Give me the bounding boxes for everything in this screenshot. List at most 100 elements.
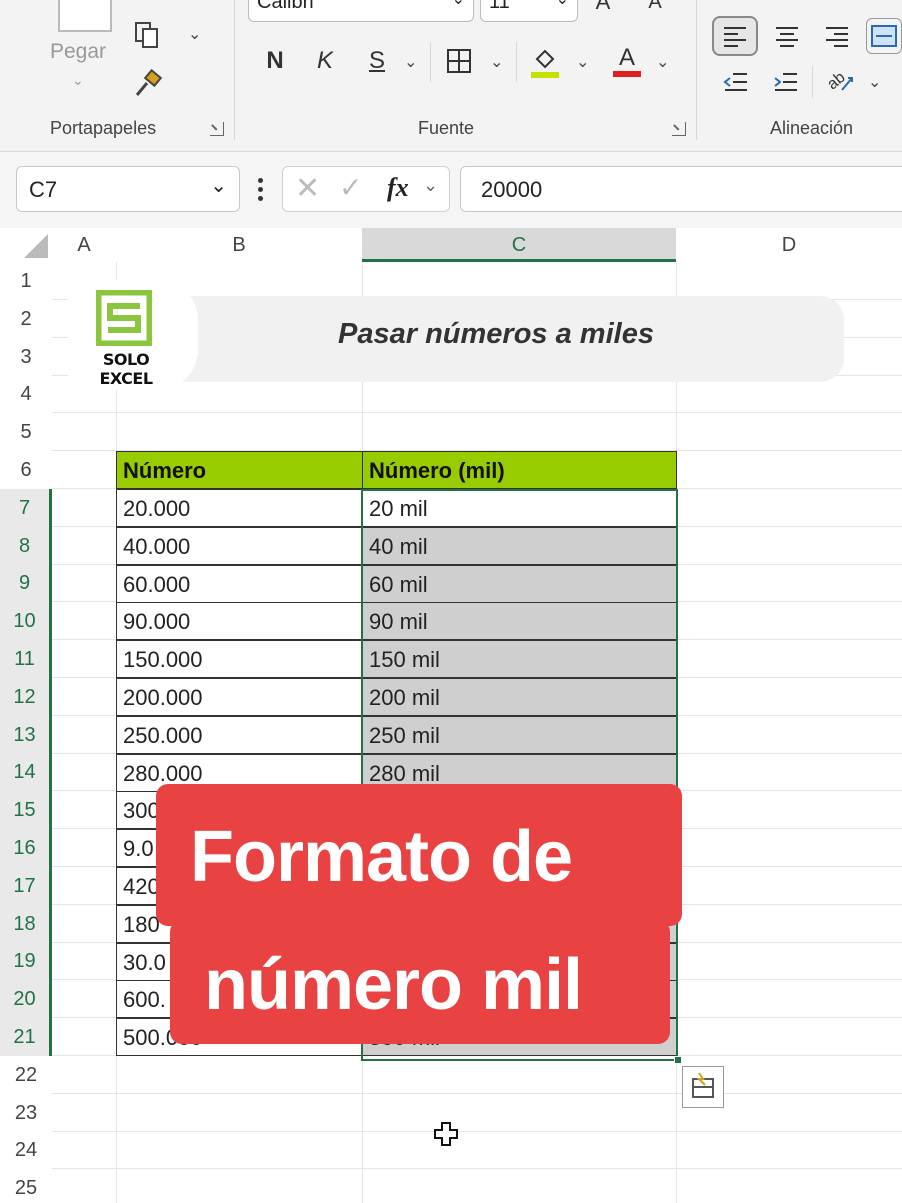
column-header-c[interactable]: C [362, 228, 676, 262]
column-header-d[interactable]: D [676, 228, 902, 262]
row-header[interactable]: 17 [0, 866, 52, 905]
orientation-icon[interactable]: ab [822, 64, 858, 98]
row-header[interactable]: 3 [0, 338, 52, 376]
format-painter-icon[interactable] [130, 66, 166, 102]
confirm-icon[interactable]: ✓ [339, 171, 362, 204]
row-header[interactable]: 13 [0, 715, 52, 754]
row-header[interactable]: 12 [0, 677, 52, 716]
row-header[interactable]: 21 [0, 1018, 52, 1056]
clipboard-group-label: Portapapeles [50, 118, 157, 138]
svg-text:ab: ab [824, 69, 849, 94]
svg-text:A: A [619, 44, 635, 71]
font-color-icon[interactable]: A [610, 42, 644, 80]
clipboard-launcher-icon[interactable] [210, 122, 224, 136]
ribbon-separator [234, 0, 235, 140]
row-header[interactable]: 23 [0, 1094, 52, 1132]
font-group-label: Fuente [418, 118, 475, 138]
font-name-select[interactable]: Calibri ⌄ [248, 0, 474, 22]
paste-icon[interactable] [58, 0, 112, 32]
row-header[interactable]: 19 [0, 942, 52, 981]
font-launcher-icon[interactable] [672, 122, 686, 136]
borders-icon[interactable] [444, 46, 474, 76]
table-cell-numero[interactable]: 250.000 [116, 715, 363, 754]
row-header[interactable]: 9 [0, 564, 52, 603]
orientation-dropdown-icon[interactable]: ⌄ [868, 72, 881, 92]
fill-color-icon[interactable] [528, 44, 562, 80]
font-name-value: Calibri [257, 0, 314, 13]
paste-dropdown-icon[interactable]: ⌄ [72, 72, 84, 89]
chevron-down-icon[interactable]: ⌄ [423, 175, 438, 196]
strikethrough-button[interactable]: S [362, 44, 392, 78]
chevron-down-icon: ⌄ [452, 0, 465, 9]
font-color-dropdown-icon[interactable]: ⌄ [656, 52, 669, 72]
solo-excel-logo-icon [94, 288, 154, 348]
banner-title: Pasar números a miles [338, 318, 654, 350]
gridline [52, 1092, 902, 1094]
more-options-icon[interactable] [258, 178, 264, 202]
quick-analysis-icon[interactable] [682, 1066, 724, 1108]
row-header[interactable]: 11 [0, 640, 52, 678]
name-box-value: C7 [29, 177, 58, 202]
font-separator [430, 42, 431, 82]
paste-button[interactable]: Pegar [50, 40, 106, 64]
font-size-select[interactable]: 11 ⌄ [480, 0, 578, 22]
name-box[interactable]: C7 ⌄ [16, 166, 240, 212]
fill-handle[interactable] [674, 1056, 682, 1064]
table-cell-numero[interactable]: 20.000 [116, 489, 363, 527]
increase-font-icon[interactable]: A [588, 0, 618, 14]
copy-dropdown-icon[interactable]: ⌄ [188, 24, 201, 44]
font-separator [516, 42, 517, 82]
row-header[interactable]: 10 [0, 602, 52, 641]
decrease-indent-icon[interactable] [720, 66, 752, 98]
row-header[interactable]: 24 [0, 1131, 52, 1169]
cursor-icon [434, 1122, 458, 1146]
row-header[interactable]: 18 [0, 904, 52, 943]
strikethrough-dropdown-icon[interactable]: ⌄ [404, 52, 417, 72]
row-header[interactable]: 5 [0, 413, 52, 451]
row-header[interactable]: 15 [0, 791, 52, 830]
borders-dropdown-icon[interactable]: ⌄ [490, 52, 503, 72]
table-cell-numero[interactable]: 150.000 [116, 640, 363, 679]
align-right-button[interactable] [820, 20, 854, 52]
alignment-separator [812, 66, 813, 98]
row-header[interactable]: 14 [0, 753, 52, 792]
ribbon: Pegar ⌄ ⌄ Portapapeles Calibri ⌄ 11 ⌄ A … [0, 0, 902, 152]
table-header-numero[interactable]: Número [116, 451, 363, 489]
formula-input[interactable]: 20000 [460, 166, 902, 212]
caption-line-1: Formato de [190, 817, 573, 897]
merge-center-icon[interactable] [866, 18, 902, 54]
row-header[interactable]: 6 [0, 451, 52, 489]
row-header[interactable]: 8 [0, 526, 52, 565]
fill-color-dropdown-icon[interactable]: ⌄ [576, 52, 589, 72]
ribbon-separator [696, 0, 697, 140]
column-header-a[interactable]: A [52, 228, 116, 262]
cancel-icon[interactable]: ✕ [295, 171, 320, 206]
chevron-down-icon[interactable]: ⌄ [210, 173, 227, 198]
row-header[interactable]: 7 [0, 488, 52, 527]
table-cell-numero[interactable]: 40.000 [116, 526, 363, 565]
table-cell-numero[interactable]: 60.000 [116, 564, 363, 603]
align-center-button[interactable] [770, 20, 804, 52]
column-header-b[interactable]: B [116, 228, 362, 262]
decrease-font-icon[interactable]: A [640, 0, 670, 14]
row-header[interactable]: 25 [0, 1169, 52, 1203]
select-all-corner[interactable] [0, 228, 52, 262]
insert-function-button[interactable]: fx [387, 173, 409, 203]
row-header[interactable]: 20 [0, 980, 52, 1019]
gridline [52, 1168, 902, 1170]
font-size-value: 11 [489, 0, 510, 13]
table-header-numero-mil[interactable]: Número (mil) [362, 451, 677, 489]
increase-indent-icon[interactable] [770, 66, 802, 98]
row-header[interactable]: 2 [0, 300, 52, 338]
row-header[interactable]: 4 [0, 375, 52, 413]
copy-icon[interactable] [130, 18, 164, 52]
row-header[interactable]: 16 [0, 829, 52, 867]
row-header[interactable]: 1 [0, 262, 52, 300]
bold-button[interactable]: N [260, 44, 290, 78]
italic-button[interactable]: K [310, 44, 340, 78]
table-cell-numero[interactable]: 90.000 [116, 602, 363, 641]
row-header[interactable]: 22 [0, 1056, 52, 1094]
align-left-button[interactable] [712, 16, 758, 56]
table-cell-numero[interactable]: 200.000 [116, 678, 363, 716]
formula-controls: ✕ ✓ fx ⌄ [282, 166, 450, 212]
